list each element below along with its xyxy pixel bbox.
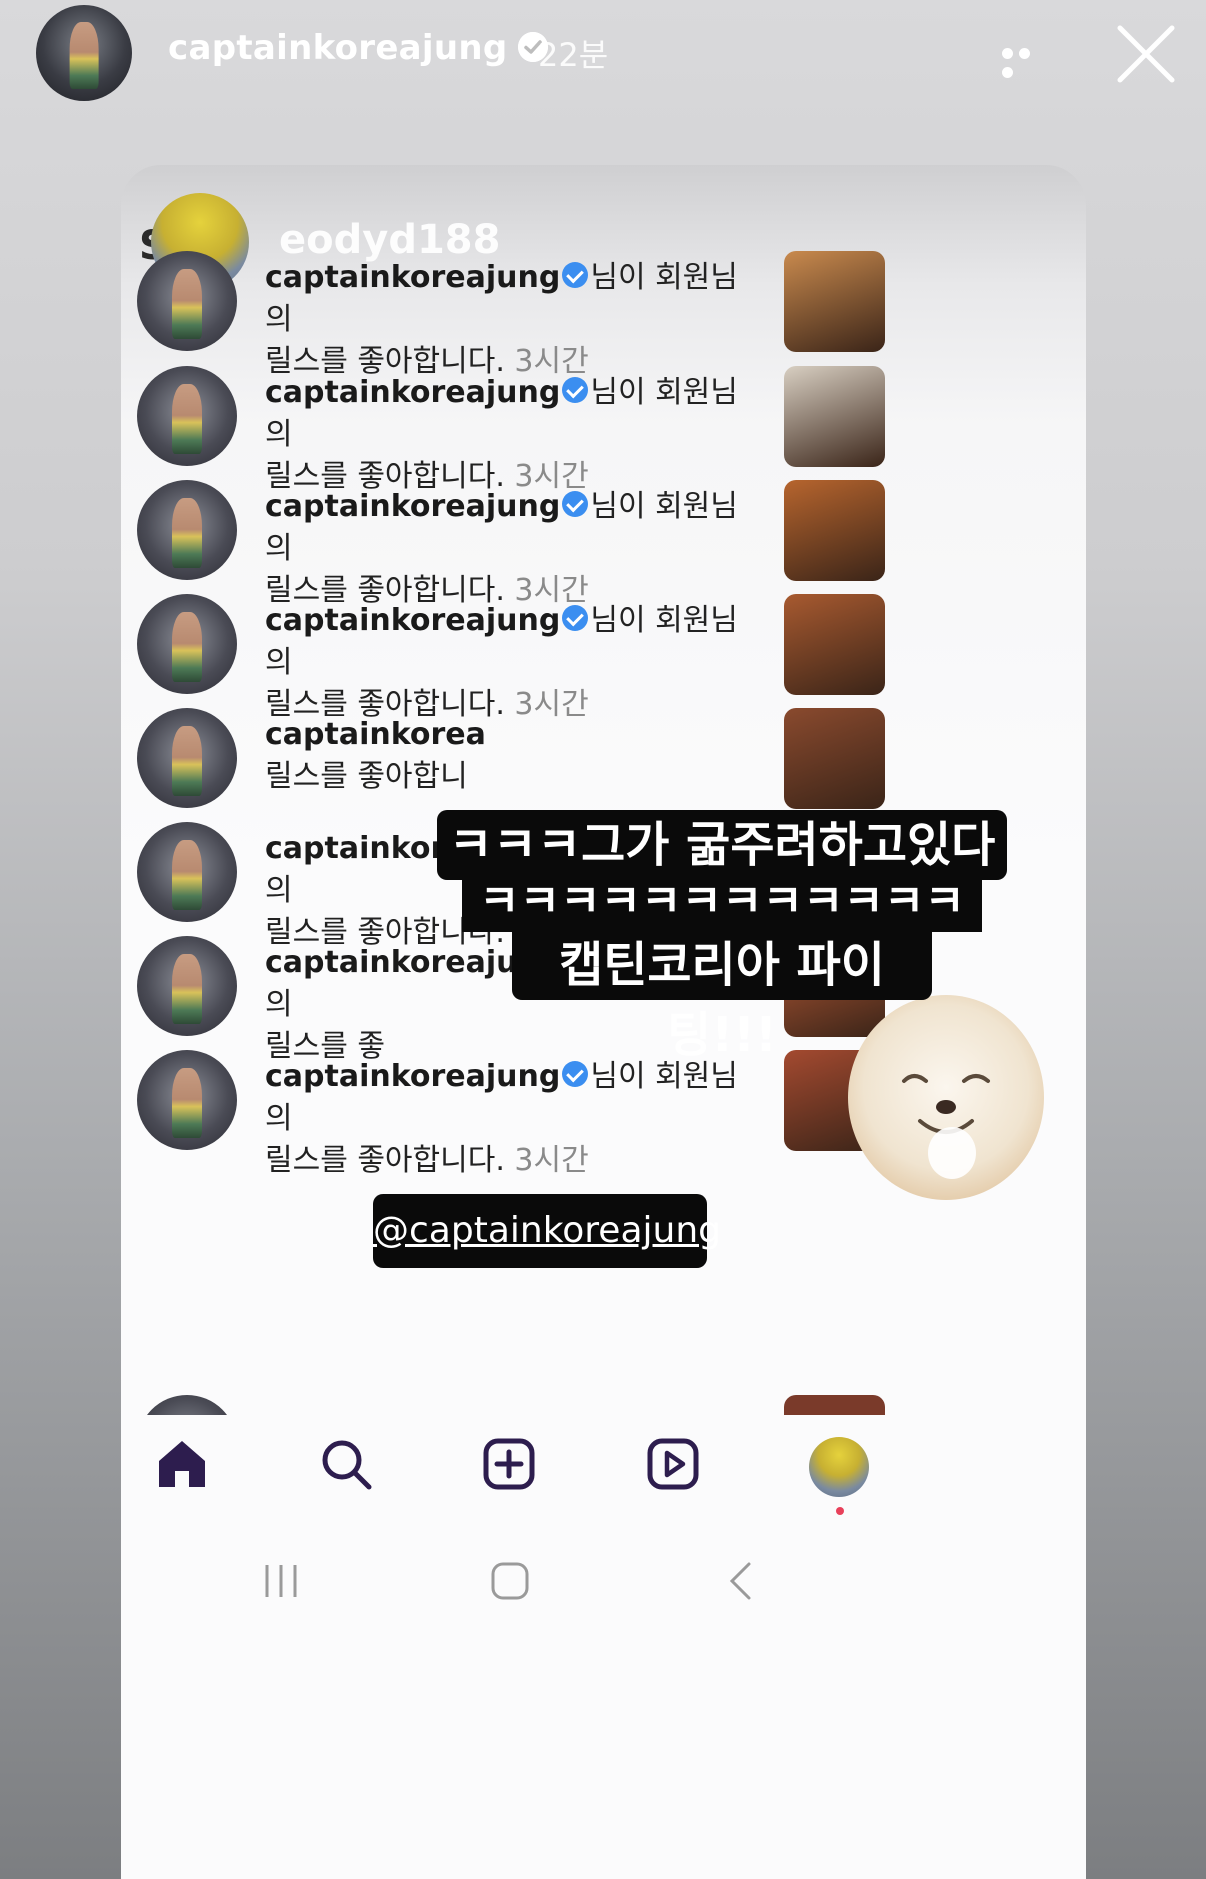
caption-sticker-line2[interactable]: ㅋㅋㅋㅋㅋㅋㅋㅋㅋㅋㅋㅋㅋ	[462, 872, 982, 987]
avatar-figure	[69, 22, 99, 90]
notification-row[interactable]: captainkoreajung님이 회원님의릴스를 좋아합니다. 3시간	[121, 594, 921, 722]
caption-sticker-line1[interactable]: ㅋㅋㅋ그가 굶주려하고있다	[437, 810, 1007, 880]
row-username[interactable]: captainkoreajung	[265, 489, 560, 524]
home-button-icon[interactable]	[490, 1561, 530, 1605]
verified-badge-icon	[562, 490, 589, 517]
row-avatar[interactable]	[137, 366, 237, 466]
row-username[interactable]: captainkoreajung	[265, 603, 560, 638]
notification-dot	[836, 1507, 844, 1515]
notification-row[interactable]: captainkoreajung님이 회원님의릴스를 좋아합니다. 3시간	[121, 366, 921, 494]
avatar-figure	[172, 498, 202, 568]
row-thumbnail	[784, 1395, 885, 1415]
avatar-figure	[172, 612, 202, 682]
reel-thumbnail[interactable]	[784, 251, 885, 352]
row-avatar[interactable]	[137, 480, 237, 580]
reel-thumbnail[interactable]	[784, 708, 885, 809]
row-avatar[interactable]	[137, 1050, 237, 1150]
notification-row[interactable]: captainkorea 릴스를 좋아합니	[121, 708, 921, 818]
caption-sticker-line3[interactable]: 캡틴코리아 파이팅!!!	[512, 930, 932, 1063]
row-avatar[interactable]	[137, 251, 237, 351]
partial-notification-row	[121, 1395, 921, 1415]
search-icon[interactable]	[319, 1437, 373, 1495]
mention-sticker[interactable]: @captainkoreajung	[373, 1194, 721, 1268]
avatar-figure	[172, 269, 202, 339]
puppy-sticker[interactable]	[848, 995, 1044, 1200]
story-author-avatar[interactable]	[36, 5, 132, 101]
row-username[interactable]: captainkoreajung	[265, 375, 560, 410]
avatar-figure	[172, 384, 202, 454]
story-author-username[interactable]: captainkoreajung	[168, 28, 548, 68]
story-header: captainkoreajung 22분	[0, 0, 1206, 110]
row-avatar[interactable]	[137, 594, 237, 694]
more-options-icon[interactable]	[1002, 44, 1050, 78]
row-username[interactable]: captainkoreajung	[265, 1059, 560, 1094]
row-avatar[interactable]	[137, 822, 237, 922]
row-avatar[interactable]	[137, 936, 237, 1036]
verified-badge-icon	[562, 1060, 589, 1087]
recent-apps-icon[interactable]	[263, 1563, 299, 1603]
avatar-figure	[172, 840, 202, 910]
notification-row[interactable]: captainkoreajung님이 회원님의릴스를 좋아합니다. 3시간	[121, 251, 921, 379]
row-username[interactable]: captainkoreajung	[265, 260, 560, 295]
row-username[interactable]: captainkorea	[265, 717, 486, 752]
row-text: captainkorea 릴스를 좋아합니	[265, 714, 745, 798]
avatar-figure	[172, 1068, 202, 1138]
verified-badge-icon	[562, 376, 589, 403]
reel-thumbnail[interactable]	[784, 480, 885, 581]
profile-avatar-icon[interactable]	[809, 1437, 869, 1497]
close-icon[interactable]	[1116, 24, 1176, 84]
verified-badge-icon	[562, 604, 589, 631]
row-avatar[interactable]	[137, 708, 237, 808]
avatar-figure	[172, 726, 202, 796]
row-line2: 릴스를 좋아합니	[265, 759, 468, 794]
home-icon[interactable]	[155, 1437, 209, 1495]
reel-thumbnail[interactable]	[784, 366, 885, 467]
create-post-icon[interactable]	[482, 1437, 536, 1495]
story-timestamp: 22분	[538, 36, 609, 74]
reels-icon[interactable]	[646, 1437, 700, 1495]
avatar-figure	[172, 954, 202, 1024]
notification-row[interactable]: captainkoreajung님이 회원님의릴스를 좋아합니다. 3시간	[121, 1050, 921, 1178]
notification-row[interactable]: captainkoreajung님이 회원님의릴스를 좋아합니다. 3시간	[121, 480, 921, 608]
row-text: captainkoreajung님이 회원님의릴스를 좋아합니다. 3시간	[265, 1056, 745, 1182]
row-avatar	[137, 1395, 237, 1415]
bottom-nav	[121, 1415, 921, 1525]
row-text: captainkoreajung님이 회원님의릴스를 좋아합니다. 3시간	[265, 257, 745, 383]
verified-badge-icon	[562, 261, 589, 288]
back-icon[interactable]	[725, 1561, 755, 1605]
reel-thumbnail[interactable]	[784, 594, 885, 695]
row-time: 3시간	[514, 1143, 589, 1178]
system-nav-bar	[121, 1525, 921, 1635]
row-line2: 릴스를 좋아합니다.	[265, 1143, 505, 1178]
